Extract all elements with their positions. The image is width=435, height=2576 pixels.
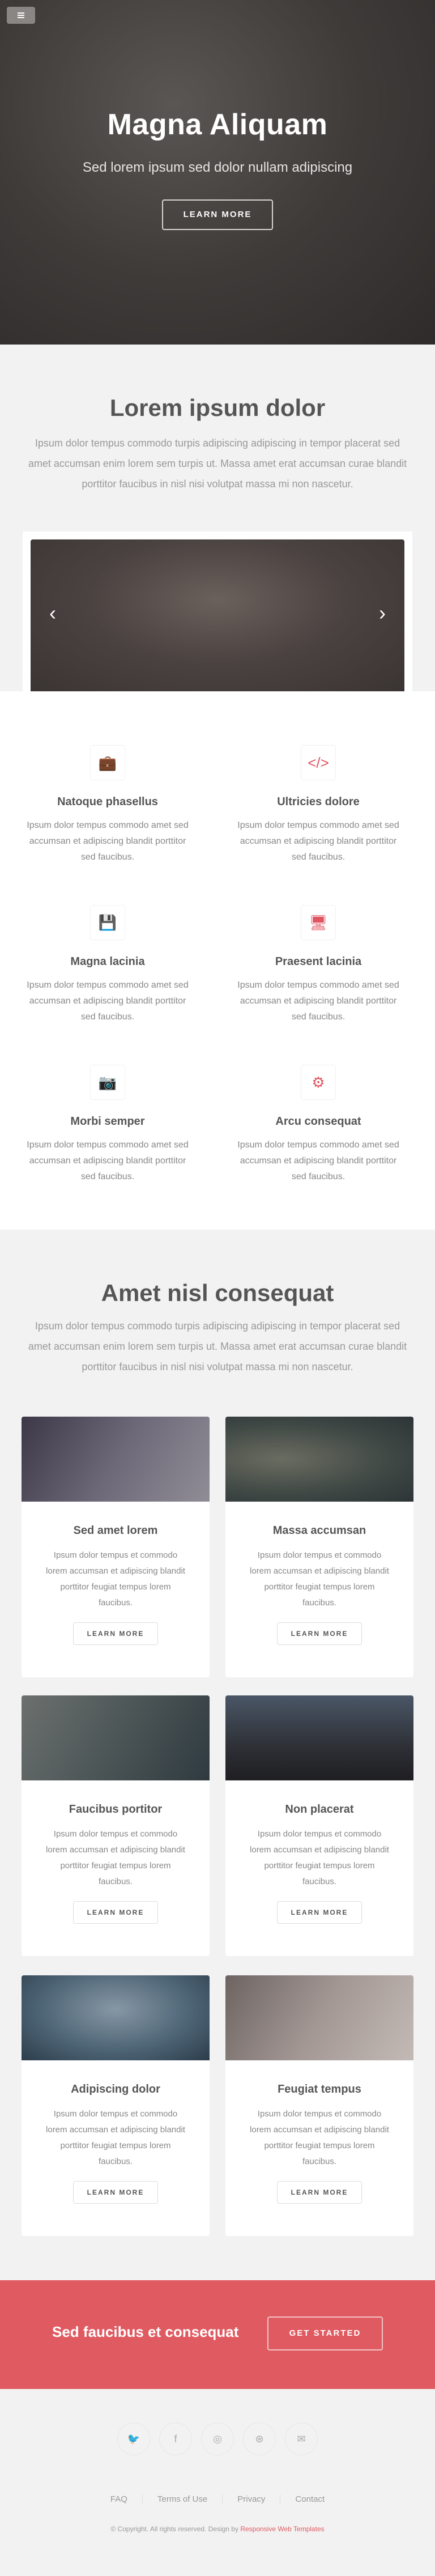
code-icon: </> [301, 746, 335, 780]
card-image [225, 1975, 413, 2060]
twitter-icon[interactable]: 🐦 [118, 2423, 150, 2455]
copyright-text: © Copyright. All rights reserved. Design… [110, 2525, 238, 2533]
feature-item: ⚙ Arcu consequat Ipsum dolor tempus comm… [233, 1065, 403, 1185]
card-text: Ipsum dolor tempus et commodo lorem accu… [46, 1829, 185, 1886]
dribbble-icon[interactable]: ⊛ [244, 2423, 275, 2455]
card: Faucibus portitor Ipsum dolor tempus et … [22, 1695, 210, 1956]
hero-banner: Magna Aliquam Sed lorem ipsum sed dolor … [0, 0, 435, 345]
slider-frame: ‹ › [23, 532, 412, 691]
feature-item: </> Ultricies dolore Ipsum dolor tempus … [233, 746, 403, 865]
feature-item: 💼 Natoque phasellus Ipsum dolor tempus c… [23, 746, 193, 865]
feature-title: Morbi semper [70, 1115, 145, 1128]
hero-learn-more-button[interactable]: LEARN MORE [162, 199, 273, 230]
card-title: Adipiscing dolor [71, 2083, 160, 2095]
footer: 🐦 f ◎ ⊛ ✉ FAQ Terms of Use Privacy Conta… [0, 2389, 435, 2576]
card-learn-more-button[interactable]: LEARN MORE [73, 1901, 158, 1924]
feature-item: 📷 Morbi semper Ipsum dolor tempus commod… [23, 1065, 193, 1185]
card-title: Feugiat tempus [278, 2083, 361, 2095]
card-title: Non placerat [285, 1803, 354, 1816]
footer-link-privacy[interactable]: Privacy [222, 2494, 280, 2504]
slider-prev-arrow-icon[interactable]: ‹ [44, 602, 61, 624]
desktop-icon: 🖥 [301, 906, 335, 940]
feature-text: Ipsum dolor tempus commodo amet sed accu… [27, 980, 189, 1022]
card: Massa accumsan Ipsum dolor tempus et com… [225, 1417, 413, 1677]
card-text: Ipsum dolor tempus et commodo lorem accu… [46, 1550, 185, 1608]
feature-title: Arcu consequat [275, 1115, 361, 1128]
footer-link-faq[interactable]: FAQ [96, 2494, 142, 2504]
cards-section: Amet nisl consequat Ipsum dolor tempus c… [0, 1230, 435, 2280]
footer-links: FAQ Terms of Use Privacy Contact [0, 2494, 435, 2504]
feature-text: Ipsum dolor tempus commodo amet sed accu… [27, 821, 189, 862]
feature-text: Ipsum dolor tempus commodo amet sed accu… [27, 1140, 189, 1181]
card-learn-more-button[interactable]: LEARN MORE [277, 1622, 362, 1645]
footer-link-terms[interactable]: Terms of Use [142, 2494, 222, 2504]
card: Feugiat tempus Ipsum dolor tempus et com… [225, 1975, 413, 2236]
email-icon[interactable]: ✉ [285, 2423, 317, 2455]
card-title: Sed amet lorem [73, 1524, 158, 1537]
card-image [225, 1695, 413, 1780]
card-text: Ipsum dolor tempus et commodo lorem accu… [250, 2109, 389, 2166]
card-image [22, 1417, 210, 1502]
card: Adipiscing dolor Ipsum dolor tempus et c… [22, 1975, 210, 2236]
briefcase-icon: 💼 [91, 746, 125, 780]
feature-title: Magna lacinia [70, 955, 145, 968]
save-icon: 💾 [91, 906, 125, 940]
feature-item: 🖥 Praesent lacinia Ipsum dolor tempus co… [233, 906, 403, 1025]
feature-text: Ipsum dolor tempus commodo amet sed accu… [237, 1140, 399, 1181]
features-section: 💼 Natoque phasellus Ipsum dolor tempus c… [0, 691, 435, 1230]
card-text: Ipsum dolor tempus et commodo lorem accu… [250, 1829, 389, 1886]
credit-link[interactable]: Responsive Web Templates [240, 2525, 324, 2533]
card-image [22, 1975, 210, 2060]
get-started-button[interactable]: GET STARTED [267, 2316, 383, 2350]
instagram-icon[interactable]: ◎ [202, 2423, 233, 2455]
footer-link-contact[interactable]: Contact [280, 2494, 339, 2504]
card-learn-more-button[interactable]: LEARN MORE [277, 1901, 362, 1924]
menu-toggle-button[interactable] [7, 7, 35, 24]
card-text: Ipsum dolor tempus et commodo lorem accu… [250, 1550, 389, 1608]
slider-next-arrow-icon[interactable]: › [374, 602, 391, 624]
feature-text: Ipsum dolor tempus commodo amet sed accu… [237, 821, 399, 862]
feature-title: Natoque phasellus [57, 796, 158, 808]
intro-section: Lorem ipsum dolor Ipsum dolor tempus com… [0, 345, 435, 691]
card-image [225, 1417, 413, 1502]
card-image [22, 1695, 210, 1780]
camera-icon: 📷 [91, 1065, 125, 1099]
card-learn-more-button[interactable]: LEARN MORE [73, 2181, 158, 2204]
card: Sed amet lorem Ipsum dolor tempus et com… [22, 1417, 210, 1677]
feature-title: Ultricies dolore [277, 796, 360, 808]
image-slider: ‹ › [31, 539, 404, 691]
card-title: Faucibus portitor [69, 1803, 163, 1816]
intro-text: Ipsum dolor tempus commodo turpis adipis… [28, 437, 407, 490]
card-learn-more-button[interactable]: LEARN MORE [73, 1622, 158, 1645]
card-text: Ipsum dolor tempus et commodo lorem accu… [46, 2109, 185, 2166]
cards-section-text: Ipsum dolor tempus commodo turpis adipis… [28, 1320, 407, 1372]
card-title: Massa accumsan [272, 1524, 366, 1537]
cards-section-title: Amet nisl consequat [101, 1280, 334, 1306]
feature-title: Praesent lacinia [275, 955, 362, 968]
cog-icon: ⚙ [301, 1065, 335, 1099]
hero-subtitle: Sed lorem ipsum sed dolor nullam adipisc… [82, 160, 353, 175]
copyright: © Copyright. All rights reserved. Design… [0, 2525, 435, 2533]
cta-banner: Sed faucibus et consequat GET STARTED [0, 2280, 435, 2389]
feature-text: Ipsum dolor tempus commodo amet sed accu… [237, 980, 399, 1022]
feature-item: 💾 Magna lacinia Ipsum dolor tempus commo… [23, 906, 193, 1025]
hamburger-icon [18, 12, 24, 18]
social-links: 🐦 f ◎ ⊛ ✉ [0, 2423, 435, 2455]
intro-title: Lorem ipsum dolor [109, 394, 326, 421]
card: Non placerat Ipsum dolor tempus et commo… [225, 1695, 413, 1956]
card-learn-more-button[interactable]: LEARN MORE [277, 2181, 362, 2204]
hero-title: Magna Aliquam [107, 108, 328, 141]
cta-title: Sed faucibus et consequat [52, 2323, 239, 2340]
facebook-icon[interactable]: f [160, 2423, 191, 2455]
